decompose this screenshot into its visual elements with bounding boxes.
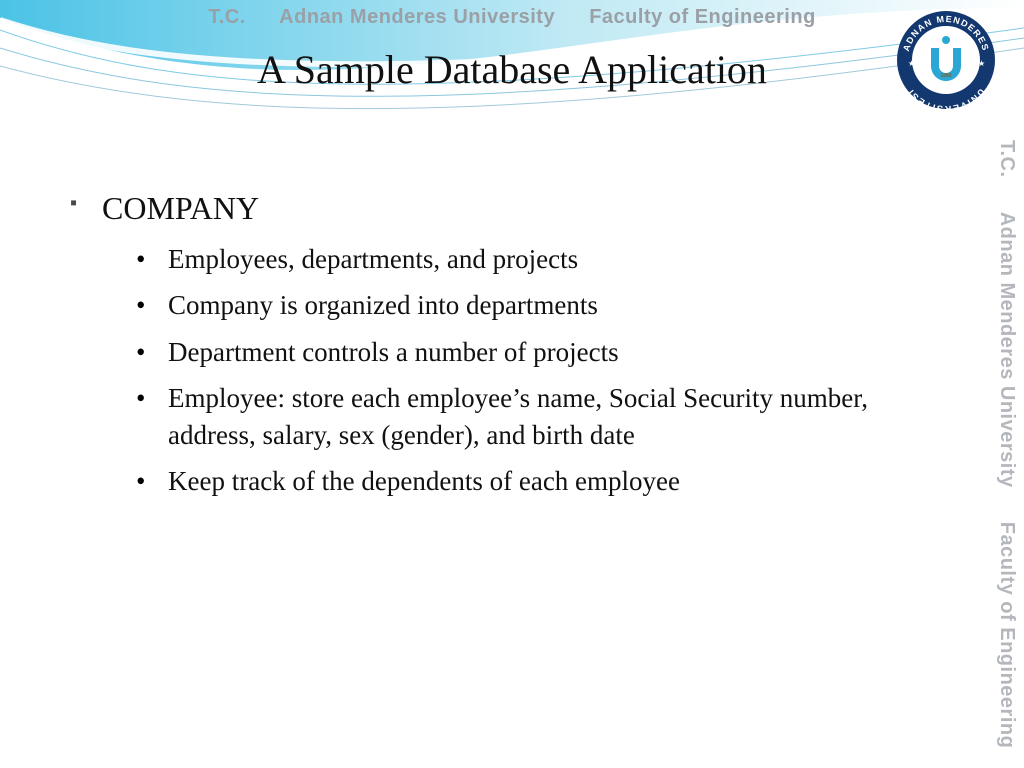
slide-title: A Sample Database Application [0, 46, 1024, 93]
sub-bullet: Employees, departments, and projects [122, 241, 890, 277]
sub-bullet: Department controls a number of projects [122, 334, 890, 370]
sub-bullet: Company is organized into departments [122, 287, 890, 323]
slide-body: COMPANY Employees, departments, and proj… [70, 190, 890, 512]
header-institution: T.C. Adnan Menderes University Faculty o… [0, 6, 1024, 29]
side-prefix: T.C. [996, 140, 1018, 178]
header-prefix: T.C. [208, 6, 246, 28]
bullet-company-label: COMPANY [102, 190, 259, 226]
sub-bullet: Employee: store each employee’s name, So… [122, 380, 890, 453]
bullet-company: COMPANY Employees, departments, and proj… [70, 190, 890, 500]
header-university: Adnan Menderes University [279, 6, 555, 28]
header-faculty: Faculty of Engineering [589, 6, 816, 28]
sidebar-institution: T.C. Adnan Menderes University Faculty o… [990, 140, 1018, 740]
side-university: Adnan Menderes University [996, 212, 1018, 488]
side-faculty: Faculty of Engineering [996, 522, 1018, 749]
sub-bullet: Keep track of the dependents of each emp… [122, 463, 890, 499]
